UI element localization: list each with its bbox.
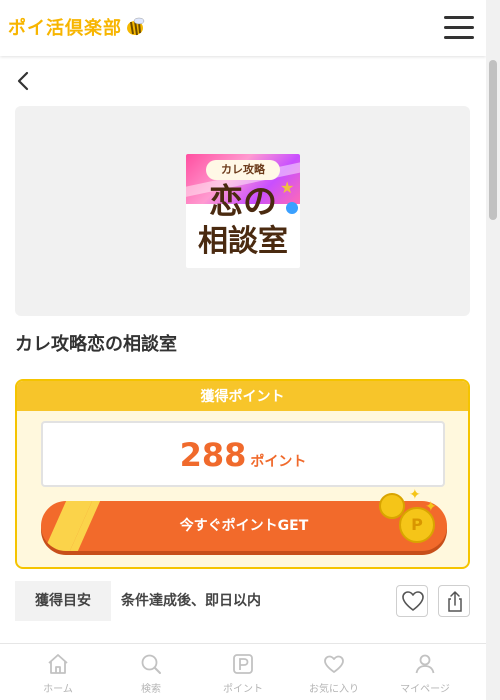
points-value: 288: [179, 436, 247, 474]
offer-image-subtitle: カレ攻略: [206, 160, 280, 180]
acquisition-guide-text: 条件達成後、即日以内: [121, 593, 261, 609]
points-display: 288 ポイント: [41, 421, 445, 487]
heart-icon: [402, 591, 424, 611]
sparkle-icon: ✦: [425, 499, 437, 515]
share-button[interactable]: [438, 585, 470, 617]
acquisition-guide-label: 獲得目安: [15, 581, 111, 621]
points-card: 獲得ポイント 288 ポイント 今すぐポイントGET P ✦ ✦: [15, 379, 470, 569]
bee-icon: [124, 17, 146, 39]
offer-title: カレ攻略恋の相談室: [15, 334, 177, 355]
points-unit: ポイント: [250, 454, 307, 470]
nav-label-points: ポイント: [223, 684, 263, 695]
nav-item-favorites[interactable]: お気に入り: [288, 644, 380, 700]
nav-label-home: ホーム: [43, 684, 73, 695]
nav-item-mypage[interactable]: マイページ: [379, 644, 471, 700]
heart-icon: [324, 655, 344, 673]
nav-item-points[interactable]: ポイント: [197, 644, 289, 700]
share-icon: [448, 591, 462, 612]
offer-image-area: カレ攻略 ★ 恋の 相談室: [15, 106, 470, 316]
search-icon: [141, 654, 161, 674]
favorite-button[interactable]: [396, 585, 428, 617]
nav-label-favorites: お気に入り: [309, 684, 359, 695]
nav-item-home[interactable]: ホーム: [12, 644, 104, 700]
offer-image-title-line2: 相談室: [198, 224, 288, 259]
chevron-left-icon: [17, 71, 29, 91]
scrollbar[interactable]: [486, 0, 500, 700]
bottom-navigation: ホーム 検索 ポイント お気に入り マイページ: [0, 643, 486, 700]
points-card-header: 獲得ポイント: [17, 381, 468, 411]
nav-item-search[interactable]: 検索: [105, 644, 197, 700]
site-logo[interactable]: ポイ活倶楽部: [8, 14, 146, 40]
back-button[interactable]: [14, 68, 34, 94]
offer-image[interactable]: カレ攻略 ★ 恋の 相談室: [186, 154, 300, 268]
user-icon: [415, 654, 435, 674]
nav-label-search: 検索: [141, 684, 161, 695]
logo-text: ポイ活倶楽部: [8, 18, 122, 39]
offer-image-title-line1: 恋の: [209, 182, 277, 222]
scrollbar-thumb[interactable]: [489, 60, 497, 220]
home-icon: [48, 654, 68, 674]
point-icon: [233, 654, 253, 674]
point-coin-mark: P: [411, 515, 423, 534]
sparkle-icon: ✦: [409, 487, 421, 503]
nav-label-mypage: マイページ: [400, 684, 450, 695]
hamburger-menu-icon[interactable]: [442, 14, 474, 42]
top-header: ポイ活倶楽部: [0, 0, 486, 56]
